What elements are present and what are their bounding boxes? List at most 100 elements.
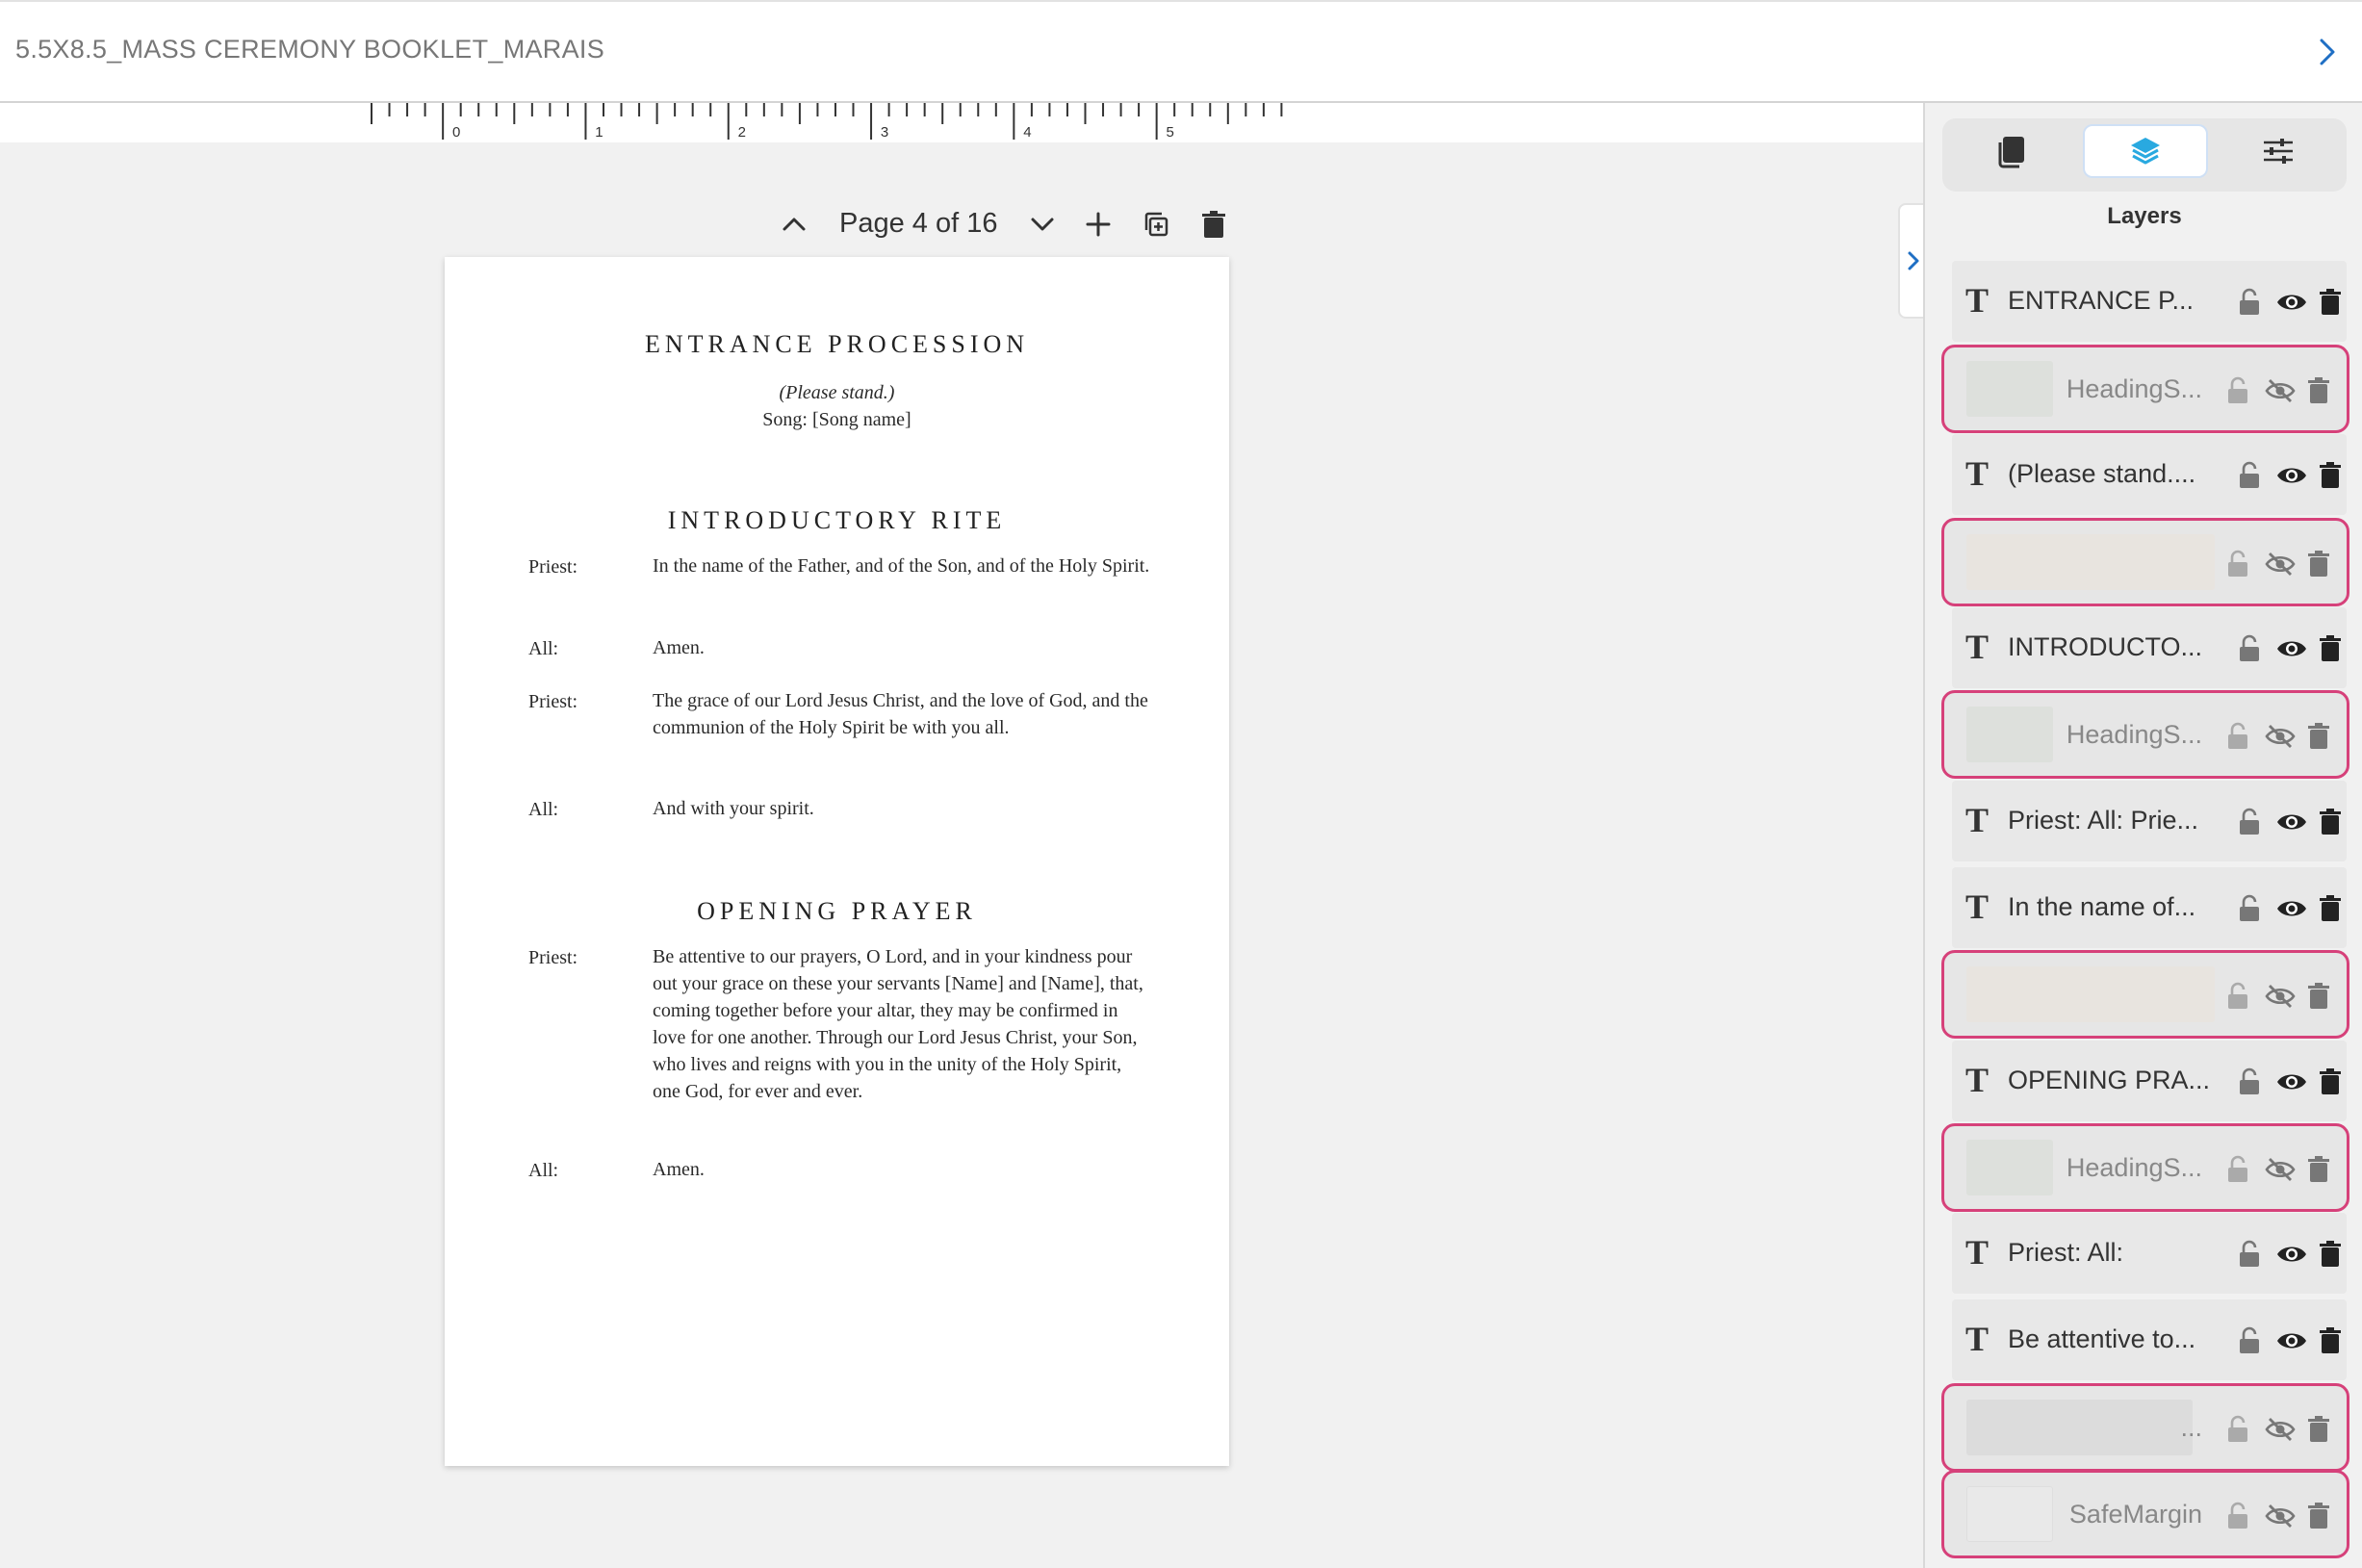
layer-name: OPENING PRA... [2008,1066,2211,1094]
speaker-label[interactable]: Priest: [528,556,578,578]
lock-icon[interactable] [2221,1153,2254,1186]
lock-icon[interactable] [2233,1324,2266,1357]
speaker-label[interactable]: All: [528,1160,558,1182]
line-text[interactable]: And with your spirit. [653,795,1153,822]
trash-icon[interactable] [2314,459,2347,492]
trash-icon[interactable] [2314,806,2347,838]
eye-off-icon[interactable] [2264,548,2297,580]
lock-icon[interactable] [2221,1413,2254,1446]
text-type-icon: T [1965,887,1990,926]
layer-item[interactable]: T Priest: All: Prie... [1952,781,2347,861]
plus-icon [1086,212,1111,237]
delete-page-button[interactable] [1190,200,1238,248]
trash-icon[interactable] [2314,632,2347,665]
trash-icon[interactable] [2302,548,2335,580]
layer-item[interactable]: HeadingS... [1941,690,2349,779]
eye-off-icon[interactable] [2264,1153,2297,1186]
booklet-page[interactable]: ENTRANCE PROCESSION (Please stand.) Song… [445,257,1229,1466]
tab-settings[interactable] [2216,124,2341,178]
eye-icon[interactable] [2275,892,2308,925]
layer-thumbnail [1966,534,2215,590]
eye-off-icon[interactable] [2264,374,2297,407]
layer-item[interactable]: HeadingS... [1941,345,2349,433]
layer-thumbnail [1966,966,2215,1022]
ruler-label: 3 [881,124,888,141]
lock-icon[interactable] [2221,1500,2254,1532]
lock-icon[interactable] [2233,632,2266,665]
chevron-right-icon [1908,251,1919,270]
lock-icon[interactable] [2233,806,2266,838]
speaker-label[interactable]: All: [528,638,558,660]
trash-icon[interactable] [2314,286,2347,319]
song-line[interactable]: Song: [Song name] [445,409,1229,431]
lock-icon[interactable] [2221,374,2254,407]
lock-icon[interactable] [2233,286,2266,319]
eye-off-icon[interactable] [2264,1413,2297,1446]
eye-off-icon[interactable] [2264,980,2297,1013]
eye-off-icon[interactable] [2264,720,2297,753]
layer-item[interactable]: T INTRODUCTO... [1952,607,2347,688]
line-text[interactable]: Amen. [653,634,1153,661]
eye-icon[interactable] [2275,806,2308,838]
eye-icon[interactable] [2275,459,2308,492]
lock-icon[interactable] [2233,1238,2266,1271]
tab-pages[interactable] [1950,124,2075,178]
text-type-icon: T [1965,454,1990,493]
layer-name: ... [2180,1413,2202,1442]
line-text[interactable]: In the name of the Father, and of the So… [653,553,1153,579]
section-heading[interactable]: INTRODUCTORY RITE [445,506,1229,535]
trash-icon[interactable] [2314,1066,2347,1098]
ruler-ticks: 0 1 2 3 4 5 [371,103,1283,141]
layer-item[interactable]: T (Please stand.... [1952,434,2347,515]
previous-page-button[interactable] [770,200,818,248]
lock-icon[interactable] [2221,980,2254,1013]
layer-item[interactable]: T Priest: All: [1952,1213,2347,1294]
layer-item[interactable]: T OPENING PRA... [1952,1041,2347,1121]
section-heading[interactable]: ENTRANCE PROCESSION [445,330,1229,359]
trash-icon[interactable] [2302,720,2335,753]
layer-item[interactable] [1941,950,2349,1039]
layer-item[interactable]: HeadingS... [1941,1123,2349,1212]
trash-icon[interactable] [2302,374,2335,407]
line-text[interactable]: Amen. [653,1156,1153,1183]
page-indicator: Page 4 of 16 [839,208,998,239]
chevron-right-icon[interactable] [2310,31,2345,73]
layer-item[interactable]: SafeMargin [1941,1470,2349,1558]
trash-icon[interactable] [2302,1500,2335,1532]
eye-icon[interactable] [2275,1238,2308,1271]
section-subtitle[interactable]: (Please stand.) [445,382,1229,404]
eye-icon[interactable] [2275,286,2308,319]
layer-item[interactable]: T In the name of... [1952,867,2347,948]
next-page-button[interactable] [1018,200,1066,248]
layer-item[interactable]: ... [1941,1383,2349,1472]
eye-icon[interactable] [2275,632,2308,665]
line-text[interactable]: The grace of our Lord Jesus Christ, and … [653,687,1153,741]
trash-icon[interactable] [2302,1153,2335,1186]
lock-icon[interactable] [2233,459,2266,492]
eye-off-icon[interactable] [2264,1500,2297,1532]
lock-icon[interactable] [2221,548,2254,580]
layer-thumbnail [1966,1140,2053,1195]
trash-icon[interactable] [2314,1324,2347,1357]
trash-icon[interactable] [2314,1238,2347,1271]
speaker-label[interactable]: Priest: [528,947,578,969]
add-page-button[interactable] [1074,200,1122,248]
speaker-label[interactable]: All: [528,799,558,821]
trash-icon[interactable] [2314,892,2347,925]
layer-thumbnail [1966,361,2053,417]
lock-icon[interactable] [2233,892,2266,925]
layer-item[interactable] [1941,518,2349,606]
tab-layers[interactable] [2083,124,2208,178]
lock-icon[interactable] [2233,1066,2266,1098]
line-text[interactable]: Be attentive to our prayers, O Lord, and… [653,943,1153,1105]
eye-icon[interactable] [2275,1066,2308,1098]
duplicate-page-button[interactable] [1132,200,1180,248]
lock-icon[interactable] [2221,720,2254,753]
trash-icon[interactable] [2302,980,2335,1013]
layer-item[interactable]: T Be attentive to... [1952,1299,2347,1380]
eye-icon[interactable] [2275,1324,2308,1357]
layer-item[interactable]: T ENTRANCE P... [1952,261,2347,342]
speaker-label[interactable]: Priest: [528,691,578,713]
section-heading[interactable]: OPENING PRAYER [445,897,1229,926]
trash-icon[interactable] [2302,1413,2335,1446]
